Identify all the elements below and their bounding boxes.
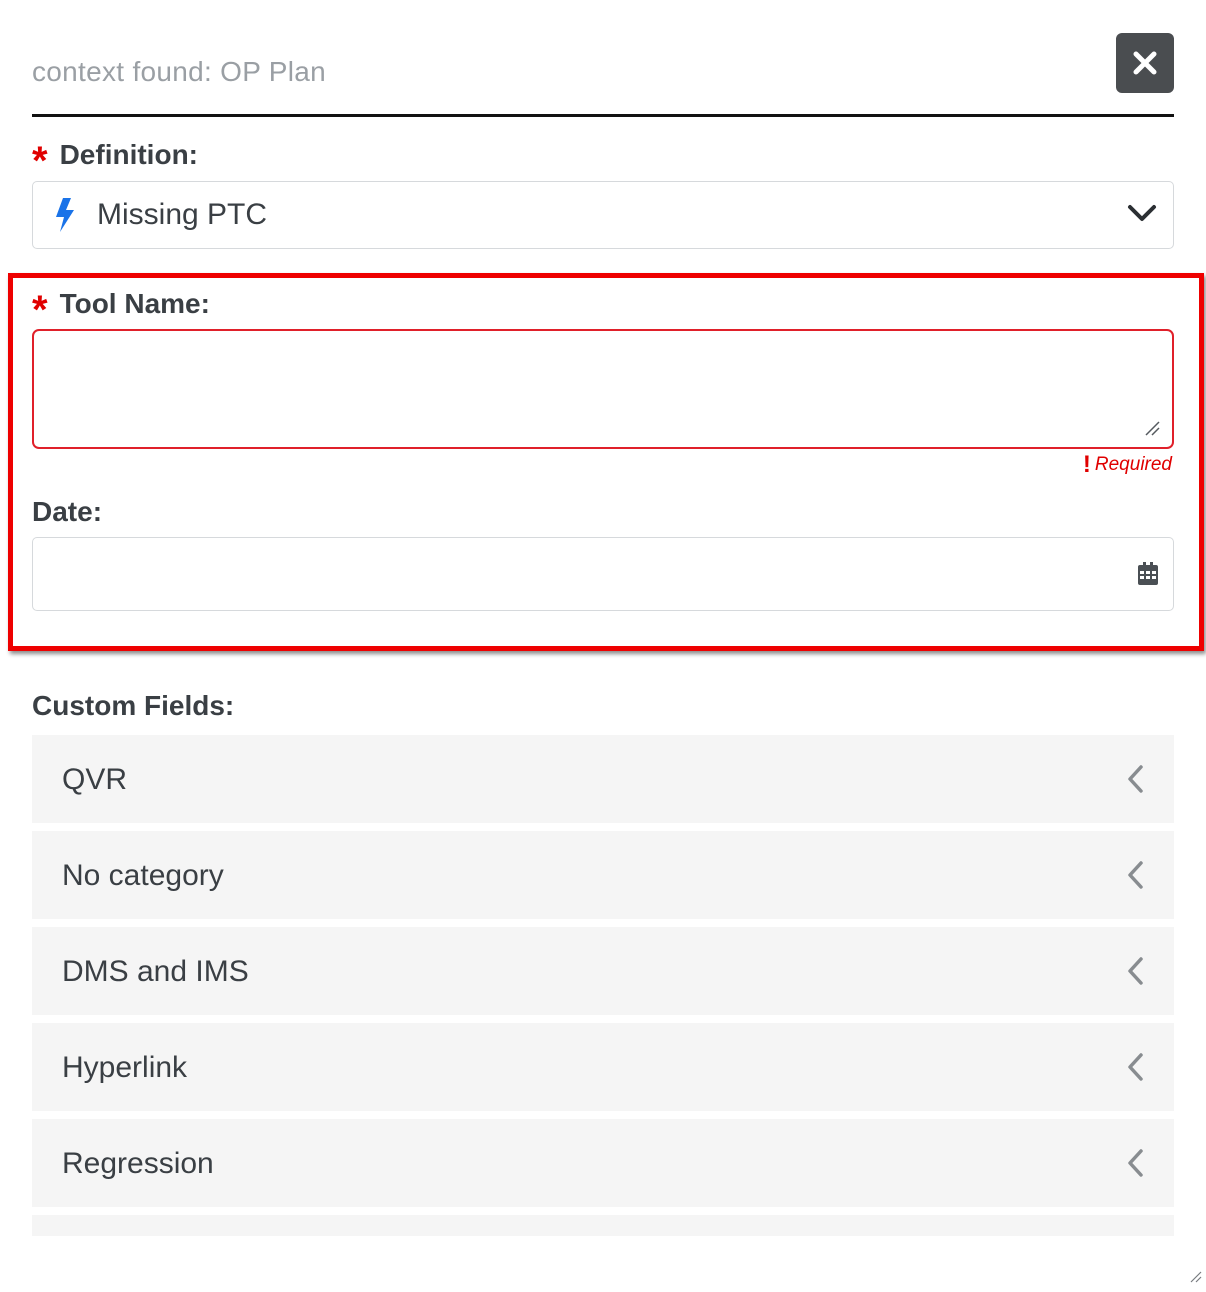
- custom-field-section-label: Regression: [62, 1147, 214, 1180]
- panel-resize-grip-icon[interactable]: [1190, 1270, 1202, 1288]
- custom-field-section-label: QVR: [62, 763, 128, 796]
- chevron-left-icon: [1126, 861, 1144, 894]
- definition-select[interactable]: Missing PTC: [32, 181, 1174, 249]
- close-icon: [1133, 51, 1157, 75]
- tool-name-error: ! Required: [1083, 451, 1172, 479]
- definition-label-text: Definition:: [59, 139, 198, 170]
- custom-field-section-regression[interactable]: Regression: [32, 1119, 1174, 1207]
- custom-field-section-label: Hyperlink: [62, 1051, 188, 1084]
- close-button[interactable]: [1116, 33, 1174, 93]
- form-panel: context found: OP Plan * Definition: Mis…: [0, 0, 1206, 1292]
- chevron-left-icon: [1126, 765, 1144, 798]
- chevron-left-icon: [1126, 1053, 1144, 1086]
- custom-fields-label: Custom Fields:: [32, 690, 235, 721]
- custom-field-section-label: No category: [62, 859, 224, 892]
- custom-field-section-dms-and-ims[interactable]: DMS and IMS: [32, 927, 1174, 1015]
- custom-field-section-partial[interactable]: [32, 1215, 1174, 1236]
- date-label: Date:: [32, 496, 103, 527]
- tool-name-label-text: Tool Name:: [59, 288, 210, 319]
- required-asterisk: *: [32, 288, 48, 332]
- custom-field-section-hyperlink[interactable]: Hyperlink: [32, 1023, 1174, 1111]
- definition-label: * Definition:: [32, 139, 198, 181]
- custom-field-section-no-category[interactable]: No category: [32, 831, 1174, 919]
- panel-header: context found: OP Plan: [32, 30, 1174, 117]
- error-text: Required: [1094, 454, 1172, 475]
- chevron-left-icon: [1126, 957, 1144, 990]
- tool-name-input[interactable]: [32, 329, 1174, 449]
- required-asterisk: *: [32, 139, 48, 183]
- error-icon: !: [1082, 451, 1091, 478]
- date-input[interactable]: [32, 537, 1174, 611]
- lightning-bolt-icon: [53, 198, 79, 232]
- custom-field-section-qvr[interactable]: QVR: [32, 735, 1174, 823]
- tool-name-label: * Tool Name:: [32, 288, 210, 330]
- chevron-left-icon: [1126, 1149, 1144, 1182]
- chevron-down-icon: [1127, 202, 1157, 229]
- custom-field-section-label: DMS and IMS: [62, 955, 249, 988]
- definition-selected-value: Missing PTC: [97, 198, 268, 231]
- context-text: context found: OP Plan: [32, 56, 327, 87]
- calendar-icon[interactable]: [1137, 562, 1159, 591]
